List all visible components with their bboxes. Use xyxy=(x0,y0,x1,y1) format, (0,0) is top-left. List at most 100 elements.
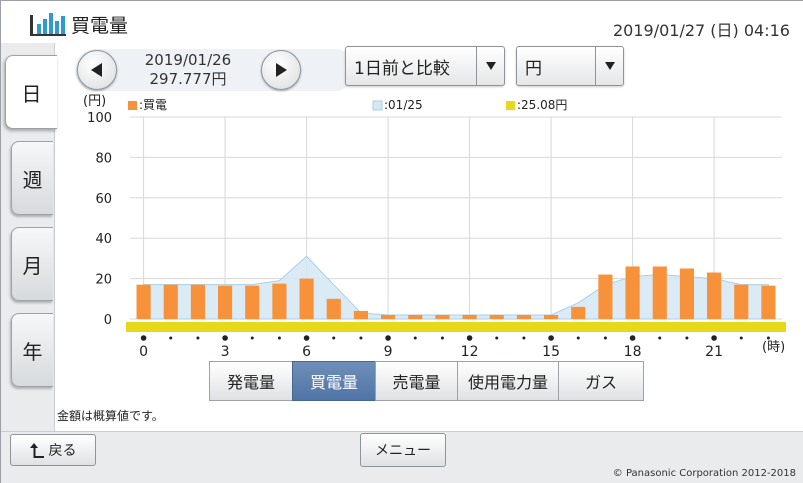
hour-dot xyxy=(629,335,636,341)
hour-bar xyxy=(598,274,613,319)
x-tick-label: 0 xyxy=(139,344,148,360)
x-tick-label: 15 xyxy=(542,344,560,360)
hour-dot xyxy=(222,335,228,341)
hour-bar xyxy=(625,266,640,319)
x-tick-label: 3 xyxy=(221,344,230,360)
hour-dot xyxy=(413,336,417,340)
hour-dot xyxy=(440,336,444,340)
hour-dot xyxy=(548,335,554,341)
tab-day[interactable]: 日 xyxy=(5,55,57,129)
x-axis-unit: (時) xyxy=(762,340,785,355)
hour-dot xyxy=(739,336,743,340)
hour-dot xyxy=(277,336,281,340)
hour-dot xyxy=(685,336,689,340)
hour-bar xyxy=(272,283,287,319)
back-arrow-icon xyxy=(29,443,44,458)
hour-bar xyxy=(571,306,586,319)
next-day-button[interactable] xyxy=(261,50,301,90)
hour-dot xyxy=(385,335,391,341)
hour-dot xyxy=(359,336,363,340)
selected-date-summary: 2019/01/26 297.777円 xyxy=(123,51,253,89)
hour-dot xyxy=(196,336,200,340)
purchased-power-chart: (円) :買電 :01/25 :25.08円 0 20 40 60 80 100 0 3 6 9… xyxy=(83,94,786,360)
triangle-left-icon xyxy=(91,63,102,77)
hour-bar xyxy=(163,284,178,319)
tab-gas[interactable]: ガス xyxy=(558,361,644,401)
copyright: © Panasonic Corporation 2012-2018 xyxy=(612,468,796,479)
date-navigator: 2019/01/26 297.777円 xyxy=(75,49,355,91)
compare-select[interactable]: 1日前と比較 xyxy=(345,46,505,86)
previous-day-area xyxy=(143,255,769,320)
y-tick-label: 80 xyxy=(95,151,112,166)
triangle-right-icon xyxy=(276,63,287,77)
energy-kind-tabs: 発電量 買電量 売電量 使用電力量 ガス xyxy=(209,361,644,401)
x-tick-label: 21 xyxy=(705,344,723,360)
legend-current: :買電 xyxy=(139,98,167,112)
hour-bar xyxy=(516,314,531,319)
tab-power-usage[interactable]: 使用電力量 xyxy=(457,361,559,401)
hour-bar xyxy=(326,298,341,319)
y-tick-label: 100 xyxy=(87,111,112,126)
y-axis-unit: (円) xyxy=(83,94,106,109)
estimate-note: 金額は概算値です。 xyxy=(57,409,164,423)
y-tick-label: 60 xyxy=(95,192,112,207)
previous-total-strip xyxy=(126,322,786,332)
hour-dot xyxy=(332,336,336,340)
previous-day-button[interactable] xyxy=(77,50,117,90)
tab-month[interactable]: 月 xyxy=(11,227,53,301)
hour-bar xyxy=(761,285,776,319)
hour-bar xyxy=(381,314,396,319)
hour-dot xyxy=(522,336,526,340)
hour-bar xyxy=(190,284,205,319)
footer: 戻る メニュー © Panasonic Corporation 2012-201… xyxy=(1,431,803,483)
x-tick-label: 9 xyxy=(384,344,393,360)
x-tick-label: 18 xyxy=(624,344,642,360)
hour-bar xyxy=(652,266,667,319)
tab-purchased-power[interactable]: 買電量 xyxy=(292,361,376,401)
y-tick-label: 40 xyxy=(95,232,112,247)
y-tick-label: 20 xyxy=(95,273,112,288)
hour-bar xyxy=(435,314,450,319)
header: 買電量 2019/01/27 (日) 04:16 xyxy=(1,1,803,43)
hour-bar xyxy=(136,284,151,319)
current-datetime: 2019/01/27 (日) 04:16 xyxy=(613,21,790,40)
hour-dot xyxy=(140,335,147,341)
x-tick-label: 12 xyxy=(461,344,479,360)
hour-bar xyxy=(353,310,368,319)
tab-week[interactable]: 週 xyxy=(11,141,53,215)
hour-bar xyxy=(707,272,722,319)
unit-select[interactable]: 円 xyxy=(516,46,624,86)
hour-bar xyxy=(679,268,694,319)
y-tick-label: 0 xyxy=(104,313,112,328)
tab-generated-power[interactable]: 発電量 xyxy=(209,361,293,401)
hour-dot xyxy=(576,336,580,340)
hour-dot xyxy=(603,336,607,340)
hour-dot xyxy=(495,336,499,340)
app-window: 買電量 2019/01/27 (日) 04:16 日 週 月 年 2019/01… xyxy=(0,0,803,483)
hour-bar xyxy=(734,284,749,319)
menu-button[interactable]: メニュー xyxy=(360,433,446,467)
hour-bar xyxy=(245,285,260,319)
tab-sold-power[interactable]: 売電量 xyxy=(375,361,458,401)
hour-dot xyxy=(711,335,717,341)
back-button[interactable]: 戻る xyxy=(10,434,96,466)
unit-select-value: 円 xyxy=(525,58,542,79)
compare-select-value: 1日前と比較 xyxy=(354,58,450,79)
legend-previous-total: :25.08円 xyxy=(517,98,567,112)
chevron-down-icon xyxy=(476,47,504,85)
hour-bar xyxy=(462,314,477,319)
x-tick-label: 6 xyxy=(302,344,311,360)
hour-bar xyxy=(489,314,504,319)
page-title: 買電量 xyxy=(71,15,129,37)
hour-dot xyxy=(303,335,310,341)
daily-amount: 297.777円 xyxy=(149,70,227,88)
legend-previous: :01/25 xyxy=(384,98,423,112)
hour-bar xyxy=(299,278,314,319)
tab-year[interactable]: 年 xyxy=(11,313,53,387)
hour-dot xyxy=(169,336,173,340)
legend-total-swatch xyxy=(506,101,515,110)
hour-dot xyxy=(250,336,254,340)
main-content: 2019/01/26 297.777円 1日前と比較 円 (円) :買電 :01 xyxy=(55,43,803,431)
hour-dot xyxy=(466,335,473,341)
hour-bar xyxy=(218,285,233,319)
